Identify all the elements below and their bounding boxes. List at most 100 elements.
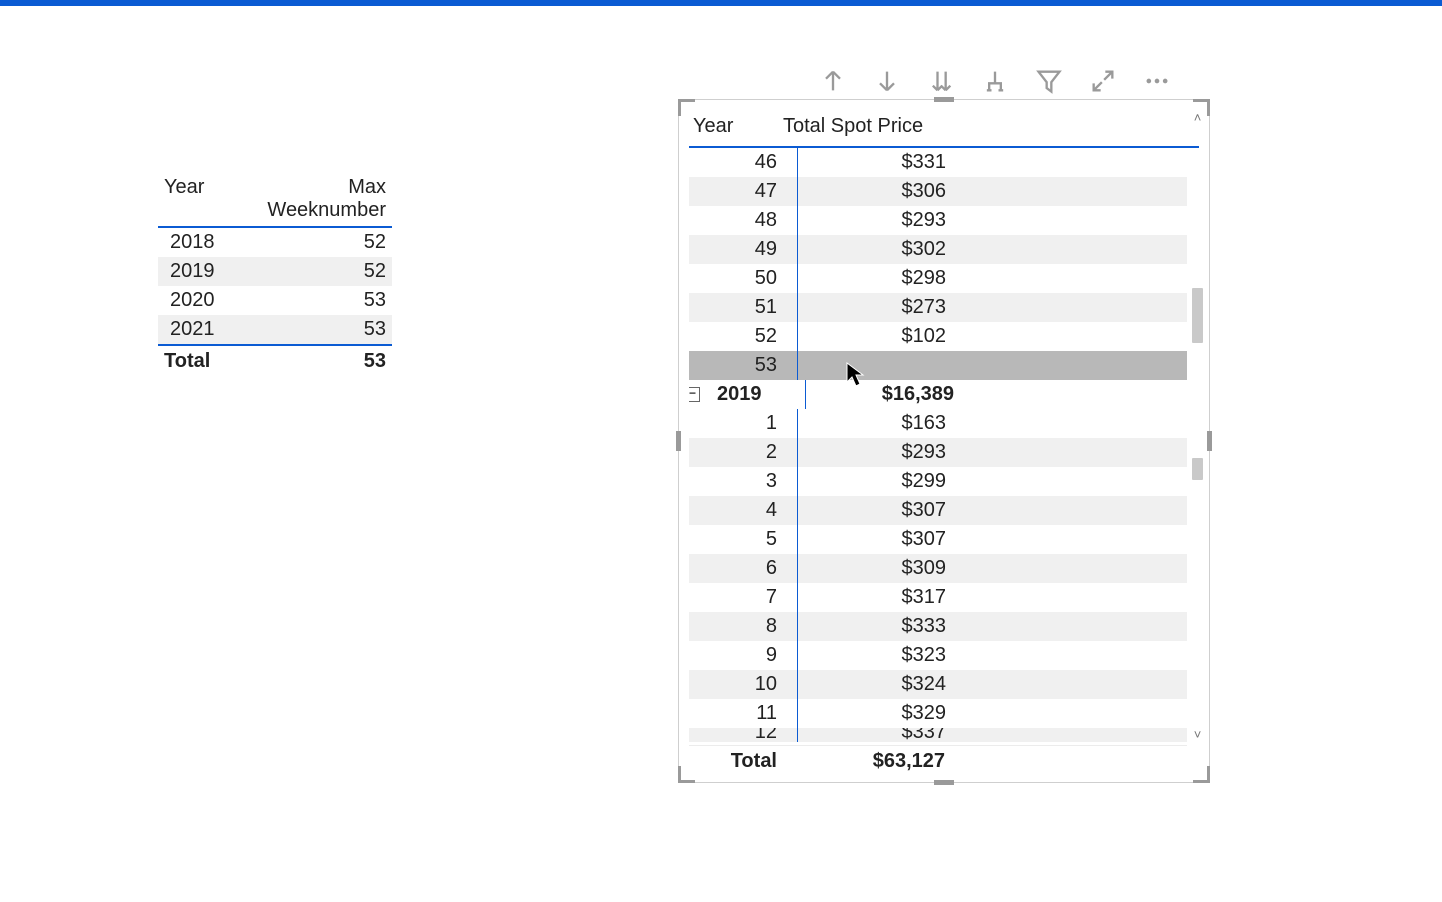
cell-total-spot-price: $329: [798, 699, 954, 728]
cell-week: 52: [689, 322, 798, 351]
cell-week: 1: [689, 409, 798, 438]
cell-week: 5: [689, 525, 798, 554]
cell-week: 51: [689, 293, 798, 322]
cell-max-weeknumber: 52: [236, 228, 392, 257]
drill-down-icon[interactable]: [871, 65, 903, 97]
cell-total-spot-price: $307: [798, 525, 954, 554]
cell-week: 9: [689, 641, 798, 670]
resize-handle-right[interactable]: [1207, 431, 1212, 451]
cell-year: 2019: [158, 257, 236, 286]
matrix-row[interactable]: 9$323: [689, 641, 1187, 670]
cell-total-spot-price: $163: [798, 409, 954, 438]
filter-icon[interactable]: [1033, 65, 1065, 97]
vertical-scrollbar[interactable]: ˄ ˅: [1190, 110, 1205, 742]
table-row[interactable]: 202053: [158, 286, 392, 315]
cell-week: 4: [689, 496, 798, 525]
resize-handle-top[interactable]: [934, 97, 954, 102]
table-row[interactable]: 201852: [158, 228, 392, 257]
matrix-row[interactable]: 3$299: [689, 467, 1187, 496]
cell-week: 47: [689, 177, 798, 206]
column-header-max-weeknumber[interactable]: Max Weeknumber: [230, 176, 392, 222]
matrix-visual[interactable]: Year Total Spot Price 46$33147$30648$293…: [678, 99, 1210, 783]
cell-week: 46: [689, 148, 798, 177]
visual-action-bar: [817, 62, 1209, 100]
cell-total-spot-price: $306: [798, 177, 954, 206]
scrollbar-thumb[interactable]: [1192, 458, 1203, 480]
group-year-label: 2019−: [689, 380, 806, 409]
cell-total-spot-price: $302: [798, 235, 954, 264]
matrix-row[interactable]: 50$298: [689, 264, 1187, 293]
resize-handle-top-left[interactable]: [678, 99, 695, 116]
expand-all-down-icon[interactable]: [925, 65, 957, 97]
matrix-row[interactable]: 6$309: [689, 554, 1187, 583]
matrix-row[interactable]: 12$337: [689, 728, 1187, 742]
more-options-icon[interactable]: [1141, 65, 1173, 97]
cell-total-spot-price: $309: [798, 554, 954, 583]
matrix-row[interactable]: 4$307: [689, 496, 1187, 525]
cell-total-spot-price: $324: [798, 670, 954, 699]
matrix-row[interactable]: 46$331: [689, 148, 1187, 177]
matrix-row[interactable]: 5$307: [689, 525, 1187, 554]
scroll-up-arrow-icon[interactable]: ˄: [1190, 110, 1205, 125]
expand-next-level-icon[interactable]: [979, 65, 1011, 97]
matrix-row[interactable]: 51$273: [689, 293, 1187, 322]
column-header-year[interactable]: Year: [689, 115, 783, 138]
cell-max-weeknumber: 53: [236, 286, 392, 315]
matrix-row[interactable]: 49$302: [689, 235, 1187, 264]
cell-week: 10: [689, 670, 798, 699]
total-value: 53: [230, 346, 392, 376]
drill-up-icon[interactable]: [817, 65, 849, 97]
cell-total-spot-price: $293: [798, 206, 954, 235]
weeknumber-table: Year Max Weeknumber 20185220195220205320…: [158, 176, 392, 376]
cell-total-spot-price: [798, 351, 954, 380]
cell-total-spot-price: $323: [798, 641, 954, 670]
cell-year: 2021: [158, 315, 236, 344]
cell-total-spot-price: $293: [798, 438, 954, 467]
focus-mode-icon[interactable]: [1087, 65, 1119, 97]
matrix-row[interactable]: 2$293: [689, 438, 1187, 467]
cell-total-spot-price: $16,389: [806, 380, 962, 409]
cell-max-weeknumber: 52: [236, 257, 392, 286]
scroll-down-arrow-icon[interactable]: ˅: [1190, 727, 1205, 742]
cell-total-spot-price: $333: [798, 612, 954, 641]
matrix-row[interactable]: 47$306: [689, 177, 1187, 206]
table-row[interactable]: 202153: [158, 315, 392, 344]
resize-handle-left[interactable]: [676, 431, 681, 451]
total-label: Total: [158, 346, 230, 376]
cell-week: 7: [689, 583, 798, 612]
collapse-icon[interactable]: −: [689, 387, 700, 402]
column-header-total-spot-price[interactable]: Total Spot Price: [783, 115, 1199, 138]
cell-week: 48: [689, 206, 798, 235]
cell-year: 2018: [158, 228, 236, 257]
matrix-total-row: Total $63,127: [689, 745, 1187, 776]
column-header-year[interactable]: Year: [158, 176, 230, 222]
matrix-row[interactable]: 11$329: [689, 699, 1187, 728]
resize-handle-bottom[interactable]: [934, 780, 954, 785]
matrix-row[interactable]: 10$324: [689, 670, 1187, 699]
resize-handle-bottom-right[interactable]: [1193, 766, 1210, 783]
table-header-row: Year Max Weeknumber: [158, 176, 392, 228]
app-top-accent: [0, 0, 1442, 6]
matrix-group-row[interactable]: 2019−$16,389: [689, 380, 1187, 409]
cell-week: 12: [689, 728, 798, 742]
matrix-body[interactable]: 46$33147$30648$29349$30250$29851$27352$1…: [689, 148, 1187, 742]
cell-week: 49: [689, 235, 798, 264]
matrix-row[interactable]: 53: [689, 351, 1187, 380]
cell-week: 6: [689, 554, 798, 583]
matrix-row[interactable]: 7$317: [689, 583, 1187, 612]
cell-total-spot-price: $102: [798, 322, 954, 351]
cell-total-spot-price: $273: [798, 293, 954, 322]
matrix-row[interactable]: 1$163: [689, 409, 1187, 438]
cell-week: 2: [689, 438, 798, 467]
cell-year: 2020: [158, 286, 236, 315]
scrollbar-thumb[interactable]: [1192, 288, 1203, 343]
matrix-row[interactable]: 8$333: [689, 612, 1187, 641]
cell-week: 11: [689, 699, 798, 728]
cell-total-spot-price: $307: [798, 496, 954, 525]
matrix-row[interactable]: 48$293: [689, 206, 1187, 235]
cell-week: 50: [689, 264, 798, 293]
table-row[interactable]: 201952: [158, 257, 392, 286]
matrix-row[interactable]: 52$102: [689, 322, 1187, 351]
cell-week: 53: [689, 351, 798, 380]
cell-total-spot-price: $337: [798, 728, 954, 742]
